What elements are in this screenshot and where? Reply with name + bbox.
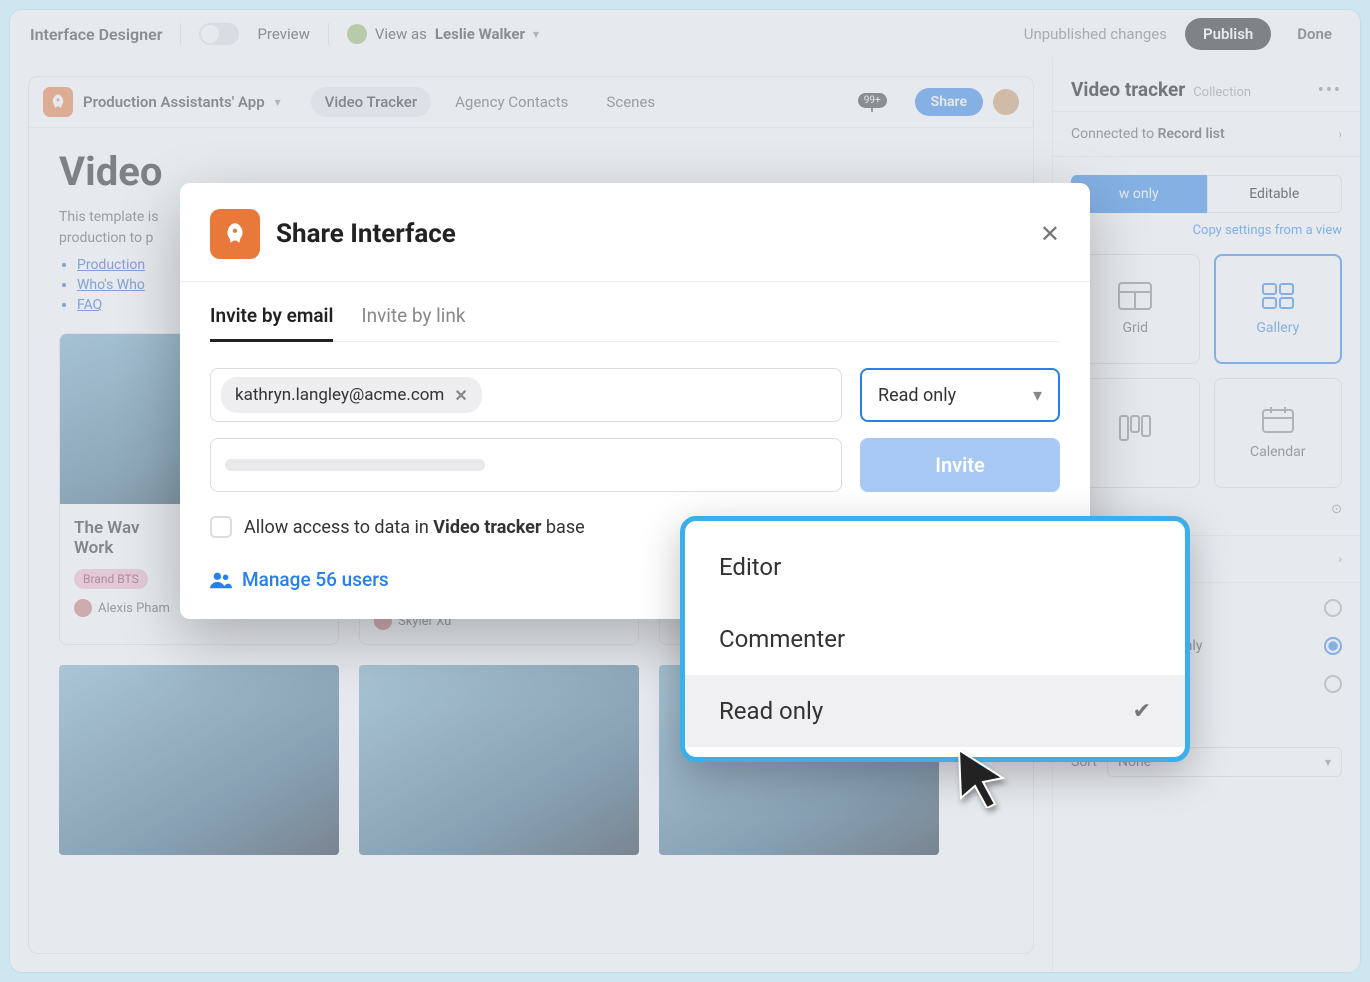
radio-icon[interactable] bbox=[1324, 675, 1342, 693]
radio-icon[interactable] bbox=[1324, 637, 1342, 655]
view-as-prefix: View as bbox=[375, 25, 427, 43]
inspector-subtitle: Collection bbox=[1193, 85, 1251, 100]
preview-toggle[interactable] bbox=[199, 23, 239, 45]
tab-scenes[interactable]: Scenes bbox=[592, 87, 669, 117]
permission-option-commenter[interactable]: Commenter bbox=[685, 603, 1185, 675]
chevron-down-icon[interactable]: ▾ bbox=[275, 95, 281, 109]
designer-title: Interface Designer bbox=[30, 25, 162, 44]
unpublished-changes-label: Unpublished changes bbox=[1024, 25, 1167, 43]
avatar-icon bbox=[347, 24, 367, 44]
app-name[interactable]: Production Assistants' App bbox=[83, 93, 265, 111]
divider bbox=[328, 23, 329, 45]
layout-calendar-option[interactable]: Calendar bbox=[1214, 378, 1343, 488]
remove-chip-icon[interactable]: ✕ bbox=[454, 386, 467, 405]
layout-grid-option[interactable]: Grid bbox=[1071, 254, 1200, 364]
radio-icon[interactable] bbox=[1324, 599, 1342, 617]
chevron-right-icon: › bbox=[1338, 552, 1342, 566]
invite-tabs: Invite by email Invite by link bbox=[210, 304, 1060, 342]
invite-button[interactable]: Invite bbox=[860, 438, 1060, 492]
cursor-icon bbox=[955, 748, 1010, 808]
allow-access-label: Allow access to data in bbox=[244, 517, 433, 538]
publish-button[interactable]: Publish bbox=[1185, 18, 1271, 50]
card-tag: Brand BTS bbox=[74, 569, 148, 589]
user-avatar[interactable] bbox=[993, 89, 1019, 115]
close-icon[interactable]: ✕ bbox=[1040, 220, 1060, 248]
email-input[interactable]: kathryn.langley@acme.com ✕ bbox=[210, 368, 842, 422]
designer-topbar: Interface Designer Preview View as Lesli… bbox=[10, 10, 1360, 58]
permission-option-editor[interactable]: Editor bbox=[685, 531, 1185, 603]
preview-label: Preview bbox=[257, 25, 309, 43]
rocket-icon bbox=[210, 209, 260, 259]
gallery-image[interactable] bbox=[59, 665, 339, 855]
chevron-down-icon: ▾ bbox=[1325, 755, 1331, 769]
inspector-title: Video tracker bbox=[1071, 78, 1185, 101]
users-icon bbox=[210, 571, 232, 589]
message-input[interactable] bbox=[210, 438, 842, 492]
tab-invite-email[interactable]: Invite by email bbox=[210, 304, 333, 341]
readonly-option[interactable]: w only bbox=[1071, 175, 1207, 213]
check-icon: ✔ bbox=[1133, 699, 1151, 724]
placeholder-bar bbox=[225, 459, 485, 471]
app-tabbar: Production Assistants' App ▾ Video Track… bbox=[29, 77, 1033, 128]
edit-mode-segment[interactable]: w only Editable bbox=[1071, 175, 1342, 213]
view-as-name: Leslie Walker bbox=[435, 25, 525, 43]
permission-select[interactable]: Read only ▾ bbox=[860, 368, 1060, 422]
rocket-icon bbox=[43, 87, 73, 117]
view-as-selector[interactable]: View as Leslie Walker ▾ bbox=[347, 24, 539, 44]
share-button[interactable]: Share bbox=[915, 88, 983, 116]
layout-kanban-option[interactable] bbox=[1071, 378, 1200, 488]
done-button[interactable]: Done bbox=[1289, 18, 1340, 50]
avatar-icon bbox=[74, 599, 92, 617]
more-icon[interactable]: ••• bbox=[1318, 80, 1342, 101]
checkbox[interactable] bbox=[210, 516, 232, 538]
chevron-right-icon: › bbox=[1338, 127, 1342, 141]
tab-video-tracker[interactable]: Video Tracker bbox=[311, 87, 431, 117]
connected-to-row[interactable]: Connected to Record list › bbox=[1053, 111, 1360, 157]
permission-option-readonly[interactable]: Read only ✔ bbox=[685, 675, 1185, 747]
layout-gallery-option[interactable]: Gallery bbox=[1214, 254, 1343, 364]
editable-option[interactable]: Editable bbox=[1207, 175, 1343, 213]
chevron-down-icon: ▾ bbox=[533, 27, 539, 41]
copy-settings-link[interactable]: Copy settings from a view bbox=[1053, 223, 1360, 244]
email-chip[interactable]: kathryn.langley@acme.com ✕ bbox=[221, 377, 482, 413]
tab-invite-link[interactable]: Invite by link bbox=[361, 304, 465, 341]
chevron-down-icon: ▾ bbox=[1033, 385, 1042, 406]
notification-badge[interactable]: 99+ bbox=[858, 93, 887, 112]
gallery-image[interactable] bbox=[359, 665, 639, 855]
modal-title: Share Interface bbox=[276, 219, 456, 249]
divider bbox=[180, 23, 181, 45]
permission-dropdown: Editor Commenter Read only ✔ bbox=[680, 516, 1190, 762]
tab-agency-contacts[interactable]: Agency Contacts bbox=[441, 87, 582, 117]
inspector-panel: Video tracker Collection ••• Connected t… bbox=[1052, 58, 1360, 972]
